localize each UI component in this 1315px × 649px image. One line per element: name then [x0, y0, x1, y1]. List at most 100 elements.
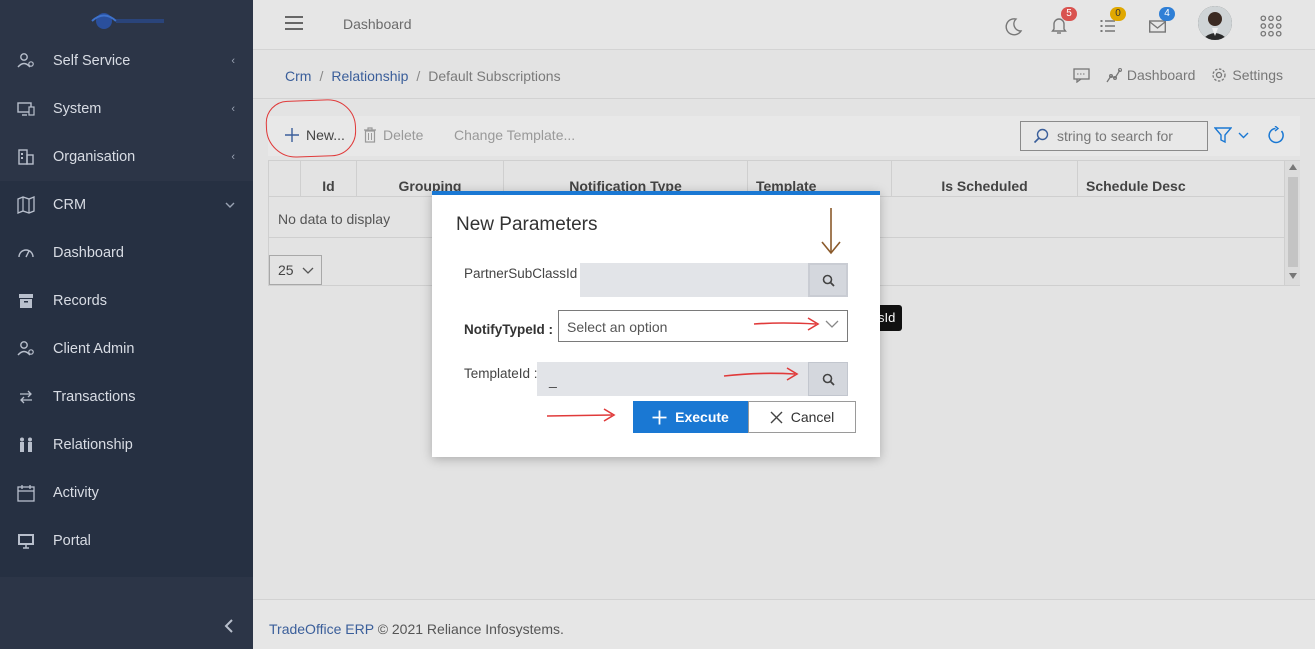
footer-copyright: © 2021 Reliance Infosystems. — [377, 621, 564, 637]
avatar[interactable] — [1198, 6, 1232, 40]
trash-icon — [364, 127, 376, 143]
sidebar-item-self-service[interactable]: Self Service ‹ — [0, 37, 253, 85]
sidebar-item-label: Portal — [53, 533, 91, 549]
portal-icon — [17, 532, 35, 550]
execute-button[interactable]: Execute — [633, 401, 748, 433]
page-size-select[interactable]: 25 — [269, 255, 322, 285]
change-template-button[interactable]: Change Template... — [454, 127, 575, 143]
filter-dropdown[interactable] — [1214, 126, 1249, 144]
breadcrumb-actions: Dashboard Settings — [1073, 67, 1283, 83]
sidebar-item-client-admin[interactable]: Client Admin — [0, 325, 253, 373]
delete-button-label: Delete — [383, 127, 424, 143]
grid-header-id[interactable]: Id — [301, 161, 357, 197]
footer: TradeOffice ERP © 2021 Reliance Infosyst… — [253, 599, 1315, 649]
scroll-up-icon[interactable] — [1289, 164, 1297, 170]
notify-type-placeholder: Select an option — [567, 319, 668, 335]
breadcrumb: Crm / Relationship / Default Subscriptions — [285, 68, 561, 84]
comment-icon[interactable] — [1073, 67, 1090, 83]
apps-grid-icon[interactable] — [1260, 15, 1282, 37]
dashboard-link[interactable]: Dashboard — [1106, 67, 1195, 83]
filter-icon — [1214, 127, 1232, 144]
change-template-button-label: Change Template... — [454, 127, 576, 143]
map-icon — [17, 196, 35, 214]
breadcrumb-current: Default Subscriptions — [428, 68, 561, 84]
gear-icon — [1212, 68, 1227, 82]
monitor-icon — [17, 100, 35, 118]
chevron-down-icon — [225, 199, 235, 211]
chevron-left-icon: ‹ — [231, 55, 235, 67]
breadcrumb-relationship[interactable]: Relationship — [331, 68, 408, 84]
page-title: Dashboard — [343, 16, 412, 32]
footer-brand-link[interactable]: TradeOffice ERP — [269, 621, 374, 637]
partner-sub-class-lookup-button[interactable] — [808, 263, 848, 297]
template-label: TemplateId : — [464, 366, 538, 381]
user-cog-icon — [17, 340, 35, 358]
template-lookup-button[interactable] — [808, 362, 848, 396]
sidebar-collapse-button[interactable] — [219, 616, 239, 636]
breadcrumb-bar: Crm / Relationship / Default Subscriptions D… — [253, 51, 1315, 99]
breadcrumb-crm[interactable]: Crm — [285, 68, 311, 84]
sidebar-item-system[interactable]: System ‹ — [0, 85, 253, 133]
template-value: _ — [549, 372, 557, 388]
archive-icon — [17, 292, 35, 310]
sidebar-item-label: System — [53, 101, 102, 117]
sidebar-item-transactions[interactable]: Transactions — [0, 373, 253, 421]
cancel-button[interactable]: Cancel — [748, 401, 856, 433]
grid-header-is-scheduled[interactable]: Is Scheduled — [892, 161, 1078, 197]
messages-mail[interactable]: 4 — [1149, 7, 1175, 36]
moon-icon[interactable] — [1002, 16, 1024, 38]
tasks-list[interactable]: 0 — [1100, 7, 1126, 36]
sidebar-item-organisation[interactable]: Organisation ‹ — [0, 133, 253, 181]
search-input[interactable]: string to search for — [1020, 121, 1208, 151]
calendar-icon — [17, 484, 35, 502]
scroll-down-icon[interactable] — [1289, 273, 1297, 279]
message-count-badge: 4 — [1159, 7, 1175, 21]
logo-icon — [91, 13, 164, 29]
chevron-down-icon — [1238, 132, 1249, 138]
swap-icon — [17, 388, 35, 406]
search-icon — [822, 274, 835, 287]
partner-sub-class-field[interactable] — [580, 263, 808, 297]
grid-header-schedule-desc[interactable]: Schedule Desc — [1078, 161, 1284, 197]
mail-icon — [1149, 20, 1166, 33]
notify-type-select[interactable]: Select an option — [558, 310, 848, 342]
chevron-left-icon — [224, 619, 233, 633]
notify-type-label: NotifyTypeId : — [464, 322, 553, 337]
settings-link[interactable]: Settings — [1211, 67, 1283, 83]
topbar: Dashboard 5 0 4 — [253, 0, 1315, 50]
sidebar-item-records[interactable]: Records — [0, 277, 253, 325]
grid-vertical-scrollbar[interactable] — [1284, 161, 1300, 285]
sidebar-item-dashboard[interactable]: Dashboard — [0, 229, 253, 277]
cancel-button-label: Cancel — [790, 409, 835, 425]
sidebar-item-label: Relationship — [53, 437, 133, 453]
search-placeholder: string to search for — [1057, 128, 1173, 144]
sidebar-item-label: Client Admin — [53, 341, 135, 357]
execute-button-label: Execute — [675, 409, 729, 425]
delete-button[interactable]: Delete — [363, 127, 423, 143]
plus-icon — [652, 410, 667, 424]
notifications-bell[interactable]: 5 — [1051, 7, 1077, 36]
building-icon — [17, 148, 35, 166]
sidebar-item-label: Self Service — [53, 53, 131, 69]
gauge-icon — [17, 244, 35, 262]
hamburger-menu-icon[interactable] — [285, 15, 303, 31]
template-field[interactable]: _ — [537, 362, 808, 396]
refresh-icon[interactable] — [1266, 126, 1285, 145]
chevron-left-icon: ‹ — [231, 103, 235, 115]
sidebar-item-label: Records — [53, 293, 107, 309]
grid-toolbar: New... Delete Change Template... string … — [268, 116, 1300, 156]
sidebar-divider — [0, 565, 253, 577]
sidebar-item-label: Organisation — [53, 149, 136, 165]
sidebar-item-crm[interactable]: CRM — [0, 181, 253, 229]
sidebar: Self Service ‹ System ‹ Organisation ‹ C… — [0, 0, 253, 649]
grid-header-select[interactable] — [269, 161, 301, 197]
chevron-down-icon — [302, 267, 314, 274]
sidebar-item-relationship[interactable]: Relationship — [0, 421, 253, 469]
user-cog-icon — [17, 52, 35, 70]
sidebar-item-activity[interactable]: Activity — [0, 469, 253, 517]
empty-grid-message: No data to display — [278, 211, 391, 227]
scrollbar-thumb[interactable] — [1288, 177, 1298, 267]
sidebar-item-label: Transactions — [53, 389, 136, 405]
chevron-left-icon: ‹ — [231, 151, 235, 163]
sidebar-item-portal[interactable]: Portal — [0, 517, 253, 565]
